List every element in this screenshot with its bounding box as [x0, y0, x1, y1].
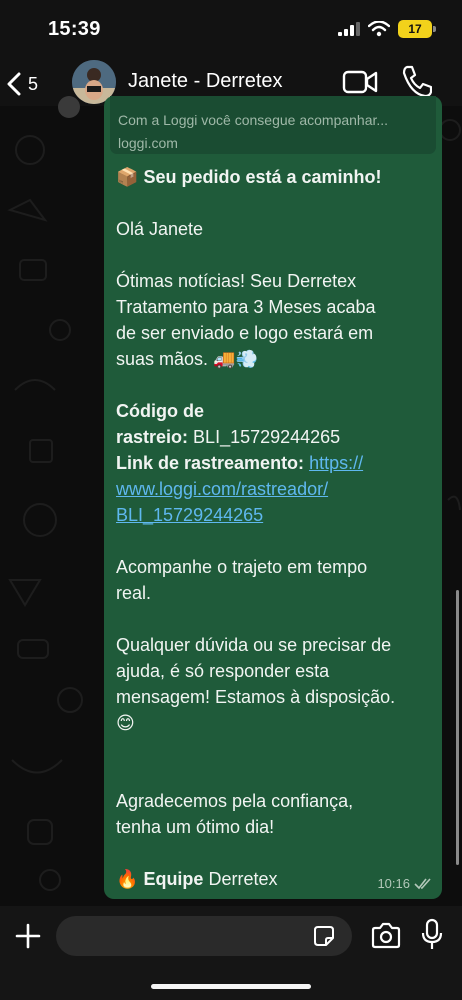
- body-line: suas mãos.: [116, 349, 209, 369]
- plus-icon: [15, 923, 41, 949]
- unread-count: 5: [28, 73, 39, 94]
- greeting: Olá Janete: [116, 219, 204, 239]
- signature: 🔥 Equipe Derretex: [116, 866, 278, 893]
- tracking-label-1: Código de: [116, 401, 204, 421]
- message-input[interactable]: [56, 916, 352, 956]
- sticker-icon: [314, 926, 334, 946]
- tracking-link[interactable]: https://: [309, 453, 363, 473]
- status-bar: 15:39 17: [0, 0, 462, 60]
- attach-button[interactable]: [14, 922, 42, 950]
- video-call-button[interactable]: [342, 66, 378, 98]
- microphone-button[interactable]: [420, 918, 444, 952]
- preview-domain: loggi.com: [118, 135, 178, 151]
- status-icons: 17: [338, 20, 436, 38]
- home-indicator: [151, 984, 311, 989]
- scroll-up-button[interactable]: [58, 96, 80, 118]
- link-preview[interactable]: Com a Loggi você consegue acompanhar... …: [110, 96, 436, 154]
- tracking-link-line: Link de rastreamento: https://: [116, 450, 363, 476]
- signature-name: Derretex: [208, 869, 278, 889]
- body-line-last: suas mãos. 🚚💨: [116, 346, 258, 373]
- body-line: Tratamento para 3 Meses acaba: [116, 297, 376, 317]
- back-button[interactable]: 5: [6, 64, 54, 104]
- signal-icon: [338, 22, 360, 36]
- tracking-link[interactable]: BLI_15729244265: [116, 505, 263, 525]
- camera-icon: [371, 922, 401, 949]
- help-text: mensagem! Estamos à disposição.: [116, 687, 396, 707]
- preview-description: Com a Loggi você consegue acompanhar...: [118, 112, 389, 128]
- smile-emoji-line: 😊: [116, 710, 135, 737]
- body-line: de ser enviado e logo estará em: [116, 323, 374, 343]
- status-time: 15:39: [48, 18, 101, 40]
- phone-icon: [402, 65, 433, 98]
- thanks-text: tenha um ótimo dia!: [116, 817, 275, 837]
- fire-emoji: 🔥: [116, 869, 139, 890]
- contact-name[interactable]: Janete - Derretex: [128, 70, 283, 93]
- tracking-link-line: BLI_15729244265: [116, 502, 263, 528]
- sticker-button[interactable]: [312, 924, 336, 948]
- truck-dash-emoji: 🚚💨: [213, 349, 258, 370]
- tracking-link[interactable]: www.loggi.com/rastreador/: [116, 479, 328, 499]
- help-text: ajuda, é só responder esta: [116, 661, 330, 681]
- signature-bold: Equipe: [143, 869, 204, 889]
- battery-level: 17: [408, 22, 422, 36]
- package-emoji: 📦: [116, 167, 139, 188]
- message-timestamp: 10:16: [377, 876, 432, 891]
- tracking-code: BLI_15729244265: [193, 427, 341, 447]
- help-text: Qualquer dúvida ou se precisar de: [116, 635, 392, 655]
- smile-emoji: 😊: [116, 713, 135, 734]
- tracking-code-line: rastreio: BLI_15729244265: [116, 424, 340, 450]
- video-call-icon: [342, 70, 378, 94]
- thanks-text: Agradecemos pela confiança,: [116, 791, 354, 811]
- follow-text: Acompanhe o trajeto em tempo: [116, 557, 368, 577]
- message-title: 📦 Seu pedido está a caminho!: [116, 164, 382, 191]
- double-check-icon: [414, 877, 431, 889]
- tracking-label-2: rastreio:: [116, 427, 189, 447]
- back-chevron-icon: [7, 72, 21, 96]
- message-time: 10:16: [377, 876, 410, 891]
- follow-text: real.: [116, 583, 152, 603]
- battery-indicator: 17: [398, 20, 436, 38]
- body-line: Ótimas notícias! Seu Derretex: [116, 271, 357, 291]
- scrollbar[interactable]: [456, 590, 459, 865]
- camera-button[interactable]: [370, 922, 402, 950]
- tracking-link-line: www.loggi.com/rastreador/: [116, 476, 328, 502]
- title-text: Seu pedido está a caminho!: [143, 167, 382, 187]
- wifi-icon: [368, 21, 390, 37]
- composer-bar: [0, 906, 462, 1000]
- microphone-icon: [421, 918, 443, 949]
- voice-call-button[interactable]: [400, 64, 433, 98]
- message-bubble[interactable]: Com a Loggi você consegue acompanhar... …: [104, 96, 442, 899]
- tracking-link-label: Link de rastreamento:: [116, 453, 305, 473]
- tracking-label-line: Código de: [116, 398, 204, 424]
